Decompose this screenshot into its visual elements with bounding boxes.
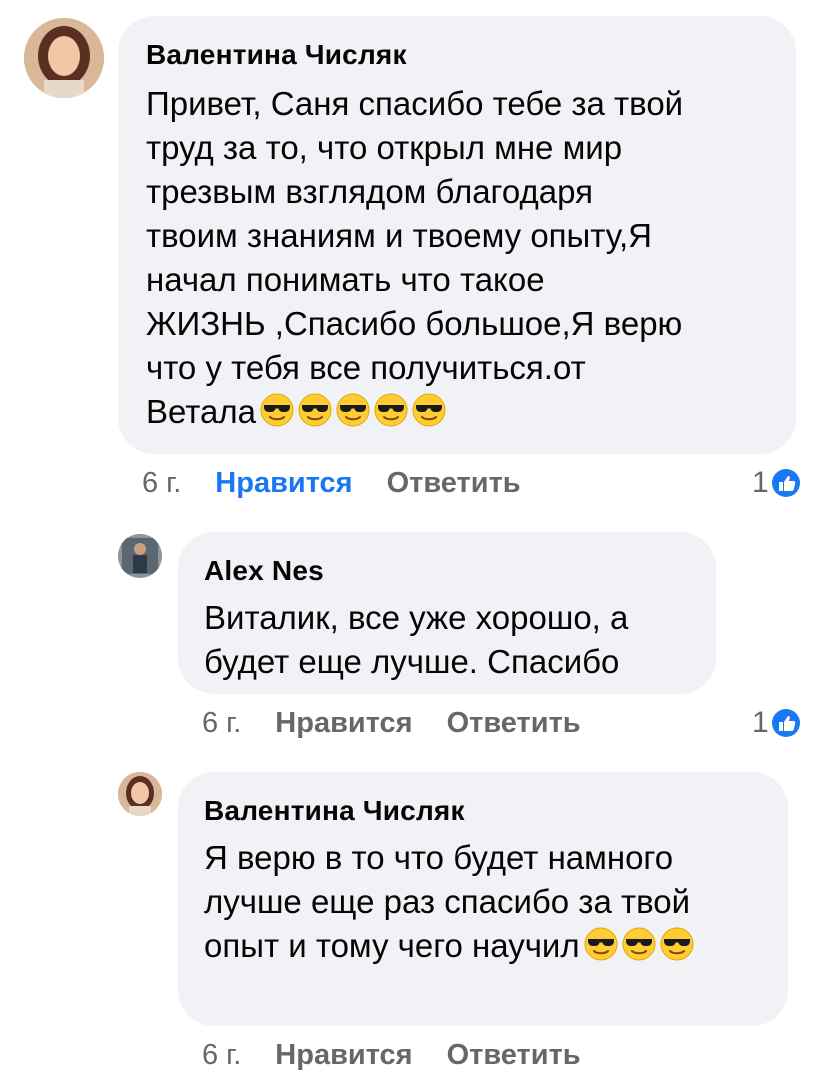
comment-actions: 6 г. Нравится Ответить [202, 1038, 581, 1072]
like-button[interactable]: Нравится [275, 1039, 412, 1071]
comment-time[interactable]: 6 г. [202, 1039, 241, 1071]
comment-author[interactable]: Валентина Числяк [146, 38, 768, 72]
comment-bubble: Валентина Числяк Я верю в то что будет н… [178, 772, 788, 1026]
sunglasses-emoji-icon [584, 927, 618, 961]
avatar[interactable] [118, 534, 162, 578]
reaction-count[interactable]: 1 [752, 706, 801, 740]
comment-bubble: Alex Nes Виталик, все уже хорошо, а буде… [178, 532, 716, 694]
comment-text: Виталик, все уже хорошо, а будет еще луч… [204, 599, 629, 680]
sunglasses-emoji-icon [412, 393, 446, 427]
sunglasses-emoji-icon [660, 927, 694, 961]
comment-time[interactable]: 6 г. [142, 467, 181, 499]
emoji-group [256, 393, 446, 430]
like-button[interactable]: Нравится [215, 467, 352, 499]
reply-button[interactable]: Ответить [447, 707, 581, 739]
sunglasses-emoji-icon [374, 393, 408, 427]
like-button[interactable]: Нравится [275, 707, 412, 739]
sunglasses-emoji-icon [260, 393, 294, 427]
comment-bubble: Валентина Числяк Привет, Саня спасибо те… [118, 16, 796, 454]
avatar[interactable] [24, 18, 104, 98]
reply-button[interactable]: Ответить [387, 467, 521, 499]
comment-actions: 6 г. Нравится Ответить [202, 706, 581, 740]
reaction-count-value: 1 [752, 706, 769, 739]
comment-text-body: Привет, Саня спасибо тебе за твой труд з… [146, 85, 684, 430]
comment-time[interactable]: 6 г. [202, 707, 241, 739]
comment-actions: 6 г. Нравится Ответить [142, 466, 521, 500]
emoji-group [580, 927, 694, 964]
reply-button[interactable]: Ответить [447, 1039, 581, 1071]
like-thumb-icon [771, 708, 801, 738]
reaction-count[interactable]: 1 [752, 466, 801, 500]
sunglasses-emoji-icon [298, 393, 332, 427]
avatar[interactable] [118, 772, 162, 816]
reaction-count-value: 1 [752, 466, 769, 499]
sunglasses-emoji-icon [622, 927, 656, 961]
like-thumb-icon [771, 468, 801, 498]
sunglasses-emoji-icon [336, 393, 370, 427]
comment-author[interactable]: Alex Nes [204, 554, 690, 588]
comment-text: Я верю в то что будет намного лучше еще … [204, 836, 762, 968]
comment-author[interactable]: Валентина Числяк [204, 794, 762, 828]
comment-text: Привет, Саня спасибо тебе за твой труд з… [146, 82, 768, 434]
